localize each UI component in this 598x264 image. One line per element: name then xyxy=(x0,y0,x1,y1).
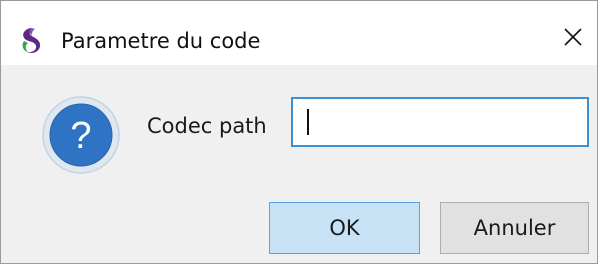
title-bar[interactable]: Parametre du code xyxy=(1,1,597,65)
dialog-body: ? Codec path OK Annuler xyxy=(1,65,597,263)
question-icon: ? xyxy=(41,95,121,175)
codec-path-input[interactable] xyxy=(291,97,589,147)
question-glyph: ? xyxy=(70,115,91,157)
window-title: Parametre du code xyxy=(61,29,261,53)
close-button[interactable] xyxy=(549,13,597,61)
cancel-button[interactable]: Annuler xyxy=(440,202,589,254)
close-icon xyxy=(564,28,582,46)
ok-button[interactable]: OK xyxy=(269,202,420,254)
dialog-window: Parametre du code ? Codec path OK Annule… xyxy=(0,0,598,264)
mascot-icon xyxy=(15,25,45,55)
text-caret xyxy=(307,109,309,135)
codec-path-label: Codec path xyxy=(147,114,267,138)
